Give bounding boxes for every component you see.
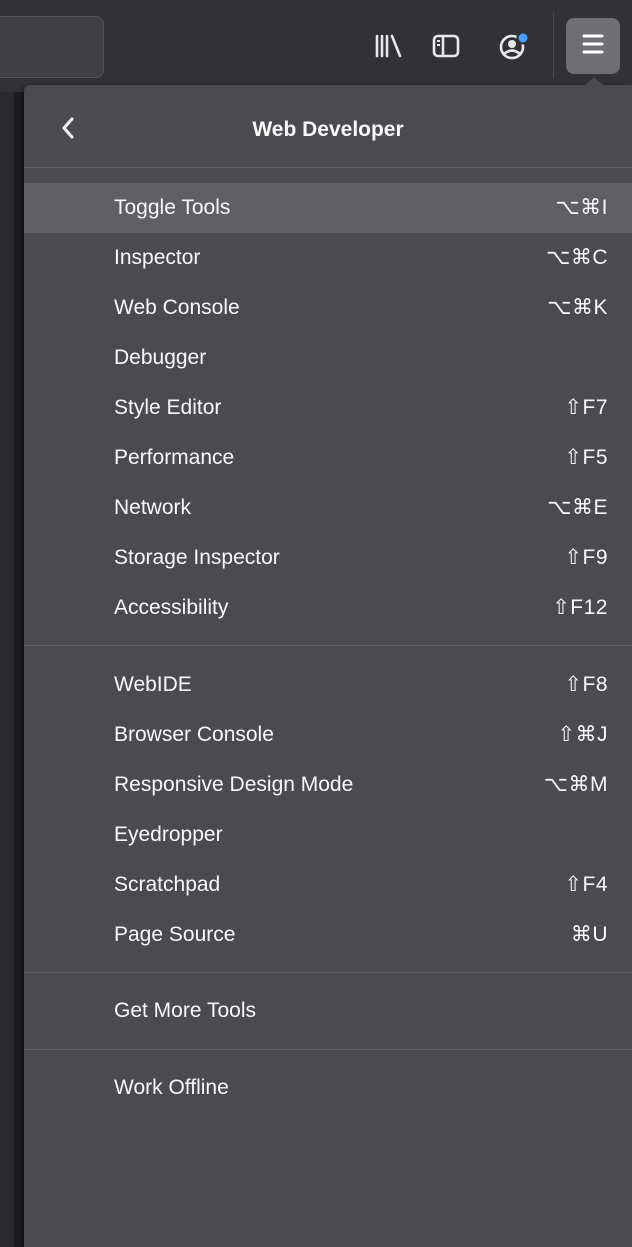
menu-item-debugger[interactable]: Debugger — [24, 333, 632, 383]
menu-item-label: Browser Console — [114, 723, 274, 746]
panel-header: Web Developer — [24, 92, 632, 168]
menu-item-responsive-design-mode[interactable]: Responsive Design Mode ⌥⌘M — [24, 760, 632, 810]
menu-item-label: Toggle Tools — [114, 196, 231, 219]
menu-item-label: Debugger — [114, 346, 207, 369]
menu-separator — [24, 645, 632, 646]
menu-item-toggle-tools[interactable]: Toggle Tools ⌥⌘I — [24, 183, 632, 233]
menu-item-scratchpad[interactable]: Scratchpad ⇧F4 — [24, 860, 632, 910]
menu-item-shortcut: ⇧F9 — [564, 546, 608, 569]
menu-item-eyedropper[interactable]: Eyedropper — [24, 810, 632, 860]
chevron-left-icon — [60, 116, 76, 145]
menu-item-label: Accessibility — [114, 596, 229, 619]
menu-item-shortcut: ⌥⌘I — [555, 196, 608, 219]
menu-item-label: Network — [114, 496, 192, 519]
menu-item-label: Work Offline — [114, 1076, 229, 1099]
menu-item-label: Page Source — [114, 923, 236, 946]
menu-item-label: Style Editor — [114, 396, 222, 419]
menu-item-storage-inspector[interactable]: Storage Inspector ⇧F9 — [24, 533, 632, 583]
url-bar[interactable] — [0, 16, 104, 78]
menu-item-shortcut: ⌥⌘E — [547, 496, 608, 519]
menu-item-get-more-tools[interactable]: Get More Tools — [24, 986, 632, 1036]
account-icon[interactable] — [494, 24, 534, 68]
menu-item-web-console[interactable]: Web Console ⌥⌘K — [24, 283, 632, 333]
menu-item-work-offline[interactable]: Work Offline — [24, 1063, 632, 1113]
menu-item-shortcut: ⇧⌘J — [557, 723, 608, 746]
menu-item-shortcut: ⌥⌘M — [543, 773, 608, 796]
menu-button[interactable] — [566, 18, 620, 74]
menu-item-label: Web Console — [114, 296, 240, 319]
back-button[interactable] — [54, 112, 82, 148]
menu-item-inspector[interactable]: Inspector ⌥⌘C — [24, 233, 632, 283]
menu-item-label: Scratchpad — [114, 873, 221, 896]
menu-separator — [24, 972, 632, 973]
menu-item-shortcut: ⌥⌘C — [546, 246, 608, 269]
menu-item-webide[interactable]: WebIDE ⇧F8 — [24, 660, 632, 710]
menu-item-style-editor[interactable]: Style Editor ⇧F7 — [24, 383, 632, 433]
menu-separator — [24, 1049, 632, 1050]
header-separator — [24, 167, 632, 168]
menu-item-label: Responsive Design Mode — [114, 773, 354, 796]
panel-arrow — [584, 77, 604, 86]
menu-item-label: Storage Inspector — [114, 546, 280, 569]
menu-item-shortcut: ⌥⌘K — [547, 296, 608, 319]
menu-item-browser-console[interactable]: Browser Console ⇧⌘J — [24, 710, 632, 760]
toolbar-divider — [553, 12, 554, 78]
menu-item-label: Performance — [114, 446, 235, 469]
browser-toolbar — [0, 0, 632, 92]
menu-icon — [581, 32, 605, 61]
menu-item-shortcut: ⇧F7 — [564, 396, 608, 419]
menu-item-label: Get More Tools — [114, 999, 257, 1022]
menu-item-label: Inspector — [114, 246, 201, 269]
menu-item-label: Eyedropper — [114, 823, 223, 846]
menu-item-shortcut: ⇧F8 — [564, 673, 608, 696]
panel-title: Web Developer — [252, 118, 404, 141]
menu-item-network[interactable]: Network ⌥⌘E — [24, 483, 632, 533]
menu-item-shortcut: ⇧F12 — [552, 596, 608, 619]
library-icon[interactable] — [368, 24, 408, 68]
sidebar-icon[interactable] — [426, 24, 466, 68]
menu-item-shortcut: ⇧F5 — [564, 446, 608, 469]
menu-item-shortcut: ⌘U — [570, 923, 608, 946]
menu-item-label: WebIDE — [114, 673, 192, 696]
menu-item-accessibility[interactable]: Accessibility ⇧F12 — [24, 583, 632, 633]
menu-item-performance[interactable]: Performance ⇧F5 — [24, 433, 632, 483]
content-edge — [0, 92, 24, 1247]
menu-item-shortcut: ⇧F4 — [564, 873, 608, 896]
menu-item-page-source[interactable]: Page Source ⌘U — [24, 910, 632, 960]
